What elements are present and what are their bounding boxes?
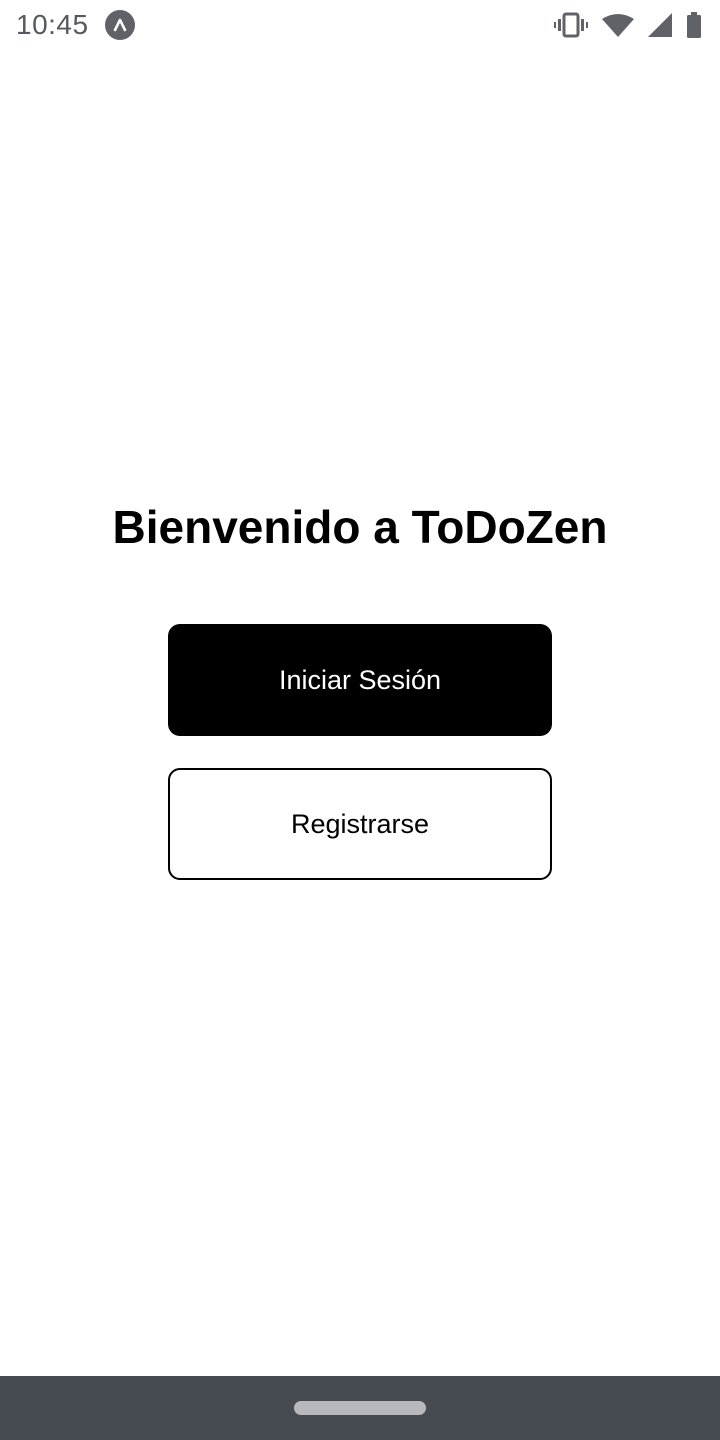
status-left: 10:45: [16, 9, 135, 41]
login-button-label: Iniciar Sesión: [278, 664, 442, 695]
welcome-screen: 10:45 Bienvenido a ToDoZen Iniciar Sesió…: [0, 0, 720, 1440]
register-button-label: Registrarse: [290, 808, 430, 839]
battery-icon: [686, 12, 702, 38]
vibrate-icon: [554, 12, 588, 38]
navigation-bar: [0, 1376, 720, 1440]
home-gesture-handle[interactable]: [294, 1401, 426, 1415]
login-button[interactable]: Iniciar Sesión: [168, 624, 552, 736]
status-bar: 10:45: [0, 0, 720, 50]
app-notification-icon: [104, 10, 135, 40]
status-right: [554, 12, 702, 38]
cell-signal-icon: [648, 13, 672, 37]
welcome-title: Bienvenido a ToDoZen: [112, 501, 608, 553]
register-button[interactable]: Registrarse: [168, 768, 552, 880]
status-time: 10:45: [16, 9, 89, 40]
wifi-icon: [602, 13, 634, 37]
